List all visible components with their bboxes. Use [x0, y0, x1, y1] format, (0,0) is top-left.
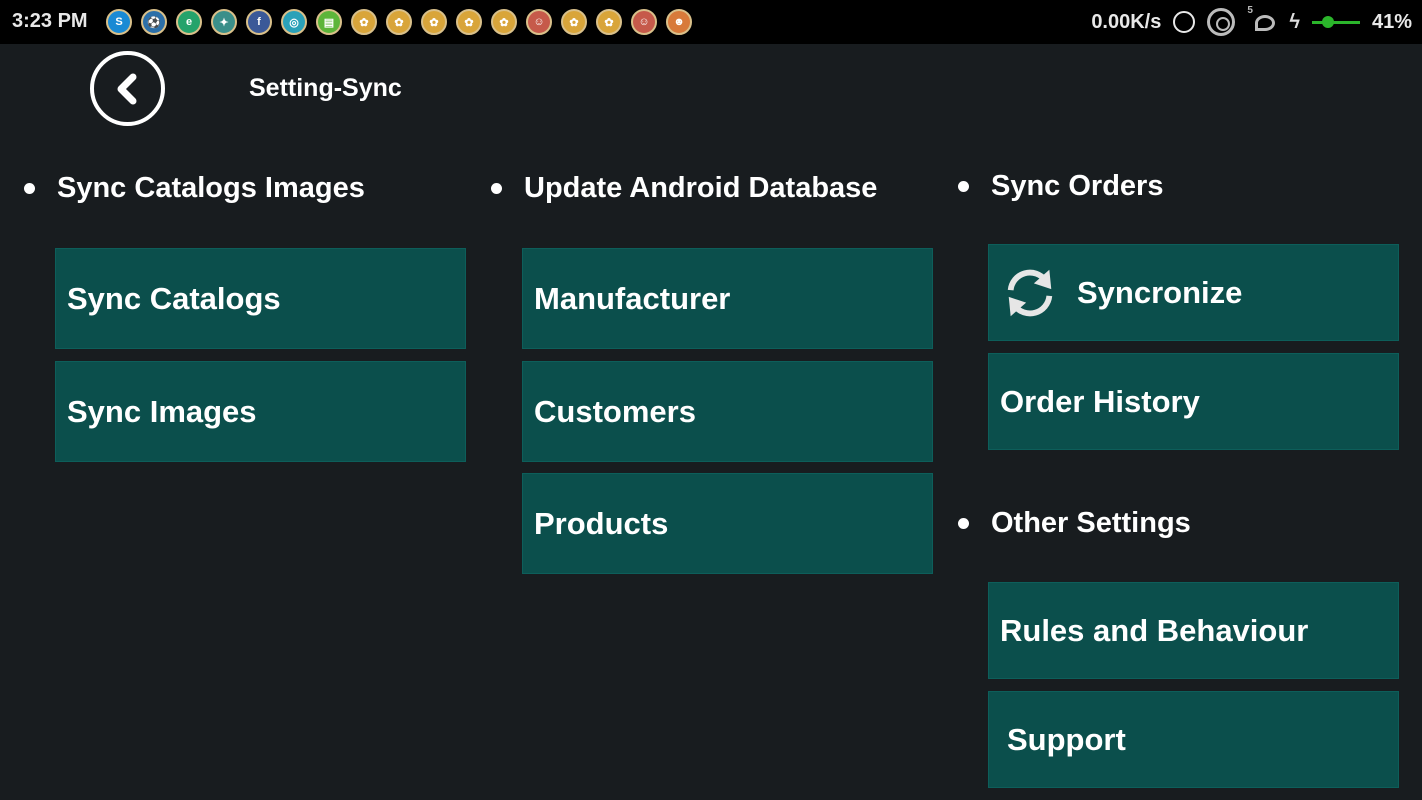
skype-notification-icon: S [106, 9, 132, 35]
customers-button[interactable]: Customers [522, 361, 933, 462]
app-notification-icon: ✿ [561, 9, 587, 35]
app-notification-icon: ✿ [421, 9, 447, 35]
products-button[interactable]: Products [522, 473, 933, 574]
bullet-icon [24, 182, 35, 194]
button-label: Rules and Behaviour [1000, 612, 1309, 648]
network-speed: 0.00K/s [1091, 10, 1162, 33]
bullet-icon [491, 182, 502, 194]
section-title: Other Settings [991, 506, 1191, 539]
battery-icon [1311, 15, 1360, 29]
status-time: 3:23 PM [12, 10, 88, 32]
app-notification-icon: ◎ [281, 9, 307, 35]
charging-icon: ϟ [1289, 10, 1300, 33]
signal-superscript: 5 [1247, 5, 1253, 16]
chat-notification-icon: ✦ [211, 9, 237, 35]
bullet-icon [958, 517, 969, 529]
button-label: Sync Catalogs [67, 280, 281, 316]
syncronize-button[interactable]: Syncronize [988, 244, 1399, 341]
button-label: Order History [1000, 383, 1200, 419]
order-history-button[interactable]: Order History [988, 353, 1399, 450]
sms-notification-icon: ▤ [316, 9, 342, 35]
page-title: Setting-Sync [249, 74, 402, 102]
spiral-icon [1207, 8, 1236, 36]
app-notification-icon: ☺ [631, 9, 657, 35]
status-bar: 3:23 PM S ⚽ e ✦ f ◎ ▤ ✿ ✿ ✿ ✿ ✿ ☺ ✿ ✿ ☺ ☻ 0.00K/s 5 ϟ 41… [0, 0, 1422, 44]
signal-icon: 5 [1247, 5, 1277, 37]
app-notification-icon: ☺ [526, 9, 552, 35]
button-label: Syncronize [1077, 274, 1243, 310]
button-label: Sync Images [67, 393, 257, 429]
section-heading-catalogs: Sync Catalogs Images [24, 168, 365, 208]
chevron-left-icon [117, 73, 136, 104]
app-notification-icon: ✿ [386, 9, 412, 35]
button-label: Support [1007, 721, 1126, 757]
alarm-icon [1173, 11, 1196, 33]
sync-icon [1007, 269, 1053, 316]
bullet-icon [958, 180, 969, 192]
rules-and-behaviour-button[interactable]: Rules and Behaviour [988, 582, 1399, 679]
facebook-notification-icon: f [246, 9, 272, 35]
sync-images-button[interactable]: Sync Images [55, 361, 466, 462]
button-label: Manufacturer [534, 280, 731, 316]
manufacturer-button[interactable]: Manufacturer [522, 248, 933, 349]
battery-percent: 41% [1371, 10, 1412, 33]
soccer-notification-icon: ⚽ [141, 9, 167, 35]
section-title: Update Android Database [524, 171, 878, 204]
back-button[interactable] [90, 51, 165, 126]
section-title: Sync Orders [991, 169, 1164, 202]
section-title: Sync Catalogs Images [57, 171, 365, 204]
app-notification-icon: ✿ [596, 9, 622, 35]
app-notification-icon: ☻ [666, 9, 692, 35]
app-notification-icon: ✿ [456, 9, 482, 35]
notification-icons: S ⚽ e ✦ f ◎ ▤ ✿ ✿ ✿ ✿ ✿ ☺ ✿ ✿ ☺ ☻ [106, 9, 692, 35]
support-button[interactable]: Support [988, 691, 1399, 788]
app-notification-icon: ✿ [491, 9, 517, 35]
button-label: Customers [534, 393, 696, 429]
section-heading-database: Update Android Database [491, 168, 877, 208]
status-right-area: 0.00K/s 5 ϟ 41% [1091, 0, 1412, 44]
section-heading-other: Other Settings [958, 503, 1191, 543]
app-notification-icon: e [176, 9, 202, 35]
section-heading-orders: Sync Orders [958, 166, 1163, 206]
button-label: Products [534, 505, 669, 541]
sync-catalogs-button[interactable]: Sync Catalogs [55, 248, 466, 349]
app-notification-icon: ✿ [351, 9, 377, 35]
